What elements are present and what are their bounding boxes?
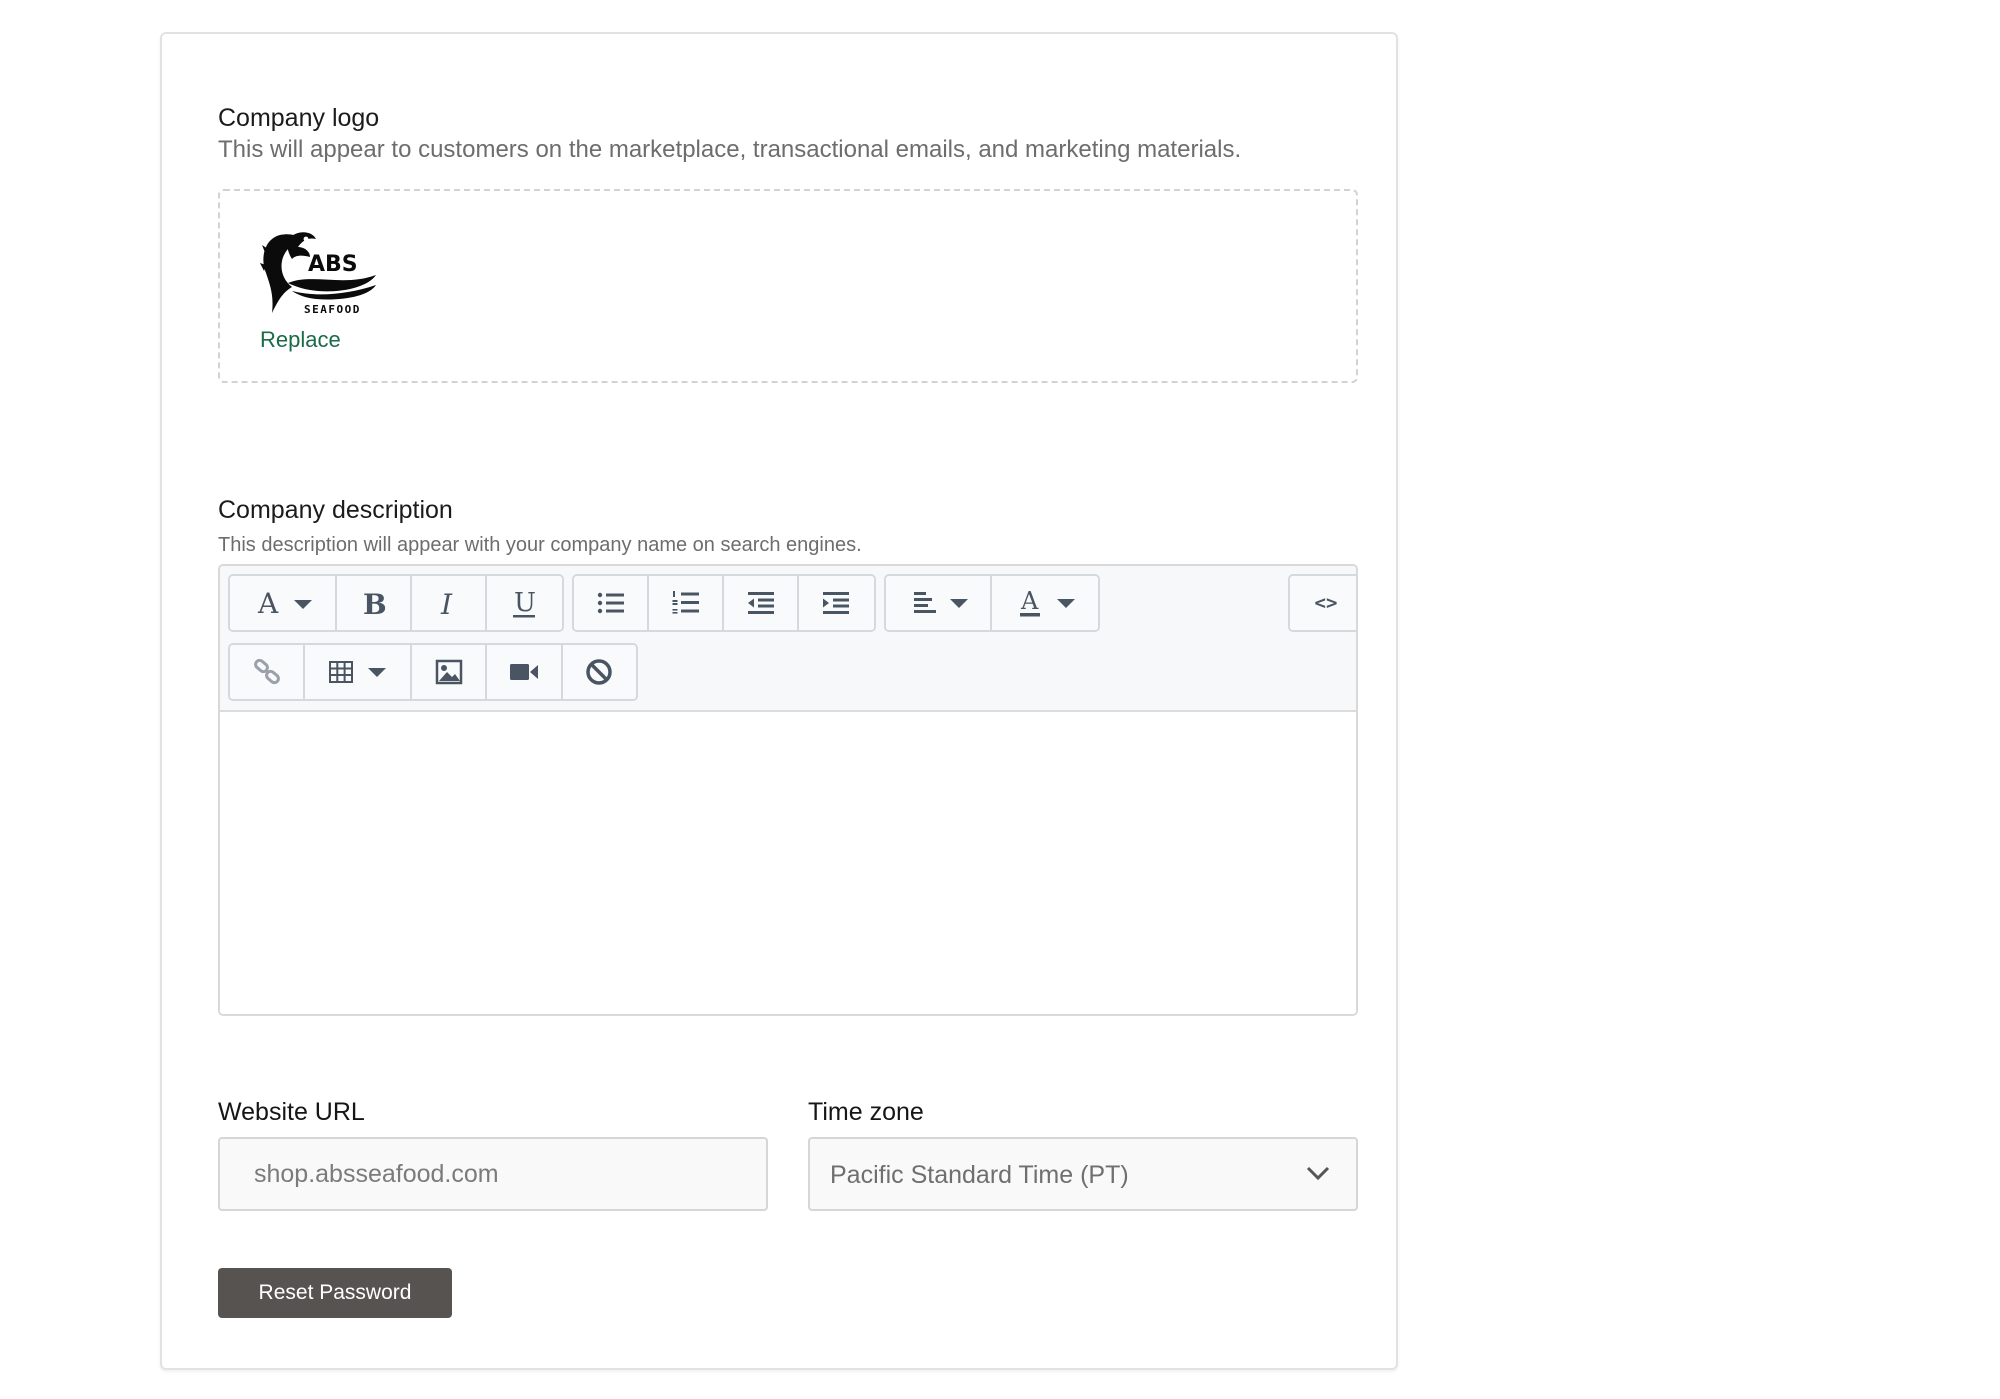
link-icon (253, 658, 280, 685)
font-style-icon: A (257, 588, 313, 618)
text-color-dropdown[interactable]: A (992, 576, 1098, 630)
toolbar-group-text-style: A B I U (228, 574, 564, 632)
clear-formatting-icon (586, 659, 613, 685)
insert-video-button[interactable] (487, 645, 563, 699)
svg-text:A: A (257, 588, 279, 618)
company-description-title: Company description (218, 496, 453, 524)
logo-subtext: SEAFOOD (304, 303, 361, 316)
table-icon (328, 661, 386, 683)
underline-button[interactable]: U (486, 576, 562, 630)
website-url-input[interactable] (218, 1137, 768, 1211)
toolbar-group-code: <> (1288, 574, 1356, 632)
insert-table-dropdown[interactable] (305, 645, 413, 699)
underline-icon: U (513, 588, 536, 618)
outdent-button[interactable] (724, 576, 799, 630)
company-description-hint: This description will appear with your c… (218, 534, 862, 556)
company-logo-title: Company logo (218, 104, 380, 132)
time-zone-label: Time zone (808, 1098, 924, 1126)
video-icon (510, 664, 539, 680)
time-zone-select[interactable]: Pacific Standard Time (PT) (808, 1137, 1358, 1211)
svg-text:A: A (1020, 587, 1039, 615)
toolbar-group-insert (228, 643, 638, 701)
toolbar-group-lists (572, 574, 876, 632)
company-logo-description: This will appear to customers on the mar… (218, 136, 1242, 163)
time-zone-selected-value: Pacific Standard Time (PT) (830, 1161, 1129, 1189)
indent-icon (823, 592, 850, 614)
align-left-icon (914, 592, 968, 613)
insert-image-button[interactable] (412, 645, 488, 699)
italic-button[interactable]: I (411, 576, 487, 630)
bold-button[interactable]: B (336, 576, 412, 630)
italic-icon: I (440, 588, 453, 618)
toolbar-group-paragraph: A (884, 574, 1100, 632)
font-style-dropdown[interactable]: A (230, 576, 337, 630)
editor-toolbar: A B I U A <> (220, 566, 1356, 712)
numbered-list-icon (672, 591, 699, 614)
code-view-button[interactable]: <> (1290, 576, 1356, 630)
align-dropdown[interactable] (886, 576, 993, 630)
chevron-down-icon (1306, 1166, 1330, 1181)
logo-wordmark: ABS (308, 252, 358, 277)
image-icon (435, 659, 463, 685)
clear-formatting-button[interactable] (562, 645, 636, 699)
numbered-list-button[interactable] (649, 576, 724, 630)
svg-text:I: I (440, 588, 453, 618)
indent-button[interactable] (799, 576, 874, 630)
settings-card: Company logo This will appear to custome… (160, 32, 1398, 1370)
reset-password-button[interactable]: Reset Password (218, 1268, 452, 1318)
outdent-icon (747, 592, 774, 614)
svg-text:B: B (363, 588, 387, 618)
description-editor-area[interactable] (220, 712, 1356, 1014)
rich-text-editor: A B I U A <> (218, 564, 1358, 1016)
svg-text:U: U (514, 588, 536, 618)
insert-link-button[interactable] (230, 645, 306, 699)
website-url-label: Website URL (218, 1098, 365, 1126)
logo-dropzone[interactable]: ABS SEAFOOD Replace (218, 189, 1358, 383)
bold-icon: B (363, 588, 387, 618)
text-color-icon: A (1020, 587, 1075, 617)
bulleted-list-icon (597, 592, 624, 614)
company-logo: ABS SEAFOOD (260, 232, 376, 316)
bulleted-list-button[interactable] (574, 576, 649, 630)
replace-logo-link[interactable]: Replace (260, 327, 341, 353)
